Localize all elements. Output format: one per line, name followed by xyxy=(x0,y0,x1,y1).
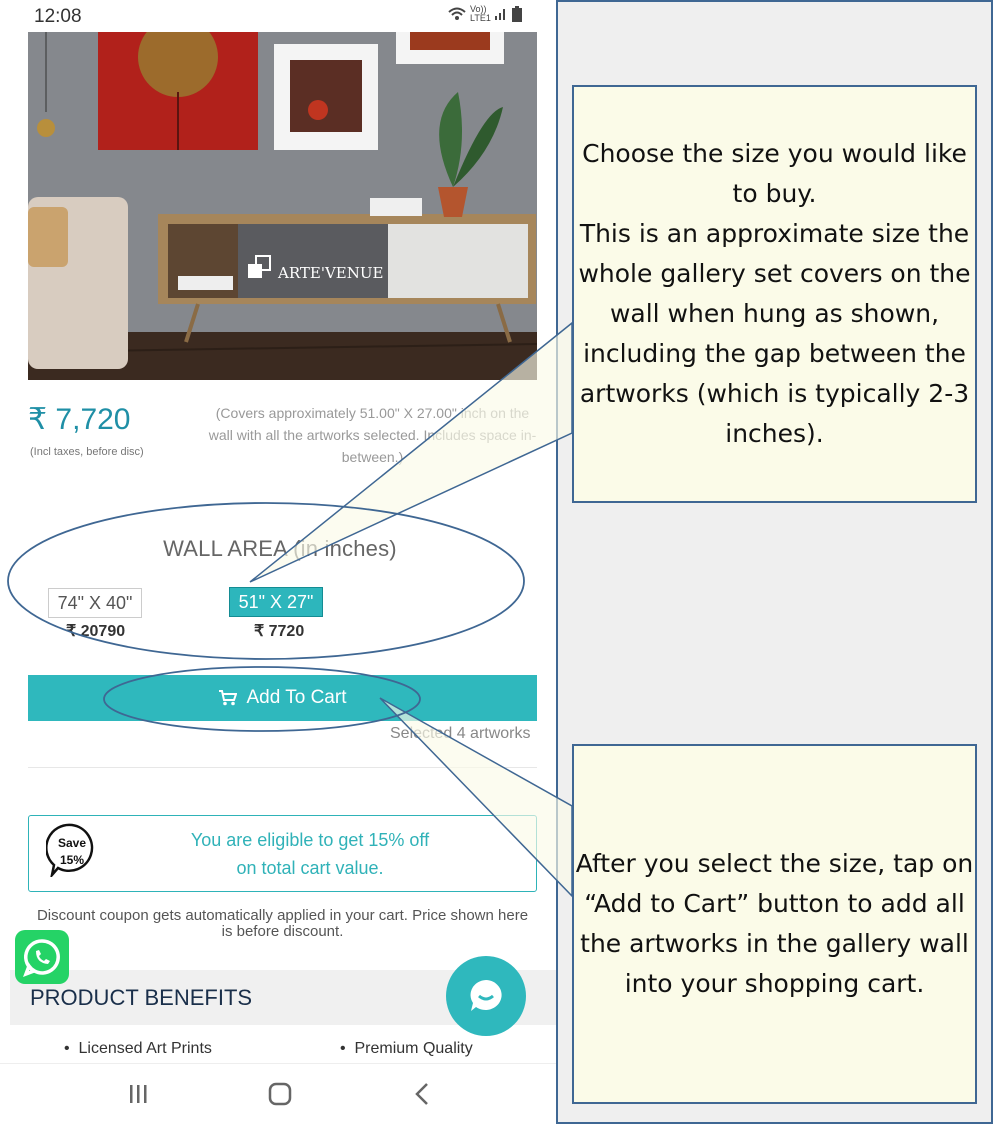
coverage-note: (Covers approximately 51.00" X 27.00" in… xyxy=(208,405,537,465)
network-label: Vo)) LTE1 xyxy=(470,4,491,23)
price-note: (Incl taxes, before disc) xyxy=(30,446,144,458)
size-option-74x40[interactable]: 74" X 40" xyxy=(48,588,142,618)
save-badge: Save 15% xyxy=(45,823,96,880)
phone-screen: 12:08 Vo)) LTE1 ARTE'VENUE ₹ 7,720 (Incl… xyxy=(0,0,556,1127)
home-icon[interactable] xyxy=(268,1082,292,1106)
status-icons: Vo)) LTE1 xyxy=(448,5,522,23)
offer-line-2: on total cart value. xyxy=(236,858,384,878)
size-option-price: ₹ 7720 xyxy=(254,623,305,640)
status-bar: 12:08 Vo)) LTE1 xyxy=(0,0,556,32)
size-option-51x27[interactable]: 51" X 27" xyxy=(229,587,323,617)
offer-line-1: You are eligible to get 15% off xyxy=(190,830,430,850)
wifi-icon xyxy=(448,7,466,20)
cart-icon xyxy=(218,690,237,706)
status-time: 12:08 xyxy=(34,6,82,27)
size-option-price: ₹ 20790 xyxy=(66,623,126,640)
benefits-title: PRODUCT BENEFITS xyxy=(30,985,253,1010)
cart-callout-text: After you select the size, tap on “Add t… xyxy=(575,849,974,998)
offer-text: You are eligible to get 15% off on total… xyxy=(160,826,460,882)
whatsapp-button[interactable] xyxy=(15,930,69,984)
chat-icon xyxy=(470,980,502,1011)
benefit-item: • Premium Quality xyxy=(340,1040,473,1057)
product-price: ₹ 7,720 xyxy=(28,403,131,436)
chat-button[interactable] xyxy=(446,956,526,1036)
back-icon[interactable] xyxy=(414,1082,430,1106)
battery-icon xyxy=(512,6,522,22)
save-badge-line2: 15% xyxy=(59,853,85,867)
section-divider xyxy=(28,767,537,768)
add-to-cart-label: Add To Cart xyxy=(246,687,347,708)
benefit-label: Premium Quality xyxy=(354,1040,473,1057)
product-image[interactable]: ARTE'VENUE xyxy=(28,32,537,380)
recent-apps-icon[interactable] xyxy=(128,1084,148,1104)
benefit-label: Licensed Art Prints xyxy=(78,1040,212,1057)
selected-artworks-count: Selected 4 artworks xyxy=(390,725,531,742)
android-nav-bar xyxy=(0,1063,556,1127)
discount-note: Discount coupon gets automatically appli… xyxy=(36,907,529,940)
cart-callout: After you select the size, tap on “Add t… xyxy=(572,744,977,1104)
benefit-item: • Licensed Art Prints xyxy=(64,1040,212,1057)
wall-area-title: WALL AREA (in inches) xyxy=(163,536,397,561)
brand-watermark: ARTE'VENUE xyxy=(277,264,383,282)
signal-icon xyxy=(495,9,505,20)
size-callout: Choose the size you would like to buy. T… xyxy=(572,85,977,503)
room-illustration: ARTE'VENUE xyxy=(28,32,537,380)
whatsapp-icon xyxy=(23,939,60,977)
save-badge-line1: Save xyxy=(57,836,87,850)
add-to-cart-button[interactable]: Add To Cart xyxy=(28,675,537,721)
size-callout-text: Choose the size you would like to buy. T… xyxy=(578,139,971,448)
